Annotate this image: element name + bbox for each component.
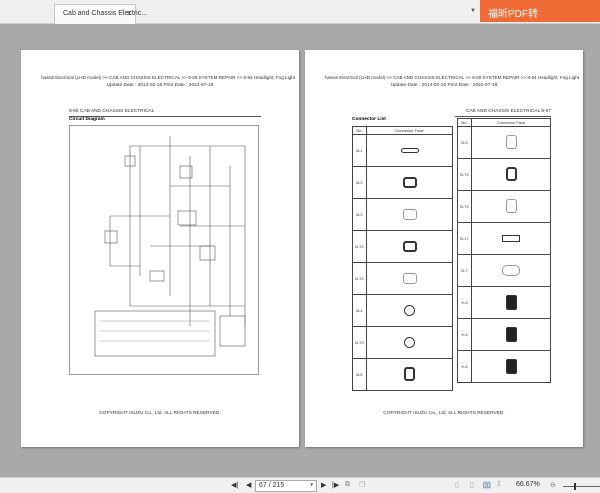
subtitle: Connector List — [352, 117, 386, 122]
connector-no: B-72 — [352, 230, 367, 263]
table-row: B-74 — [457, 158, 551, 191]
connector-no: X-4 — [457, 318, 472, 351]
dates: Update Date : 2014-02-16 Print Date : 20… — [106, 83, 214, 88]
connector-no: B-74 — [457, 190, 472, 223]
table-row: X-3 — [457, 286, 551, 319]
connector-table-right: No. Connector Face B-5 B-74 B-74 B-17 B-7… — [457, 118, 551, 383]
rotate-icon[interactable]: ⧉ — [345, 481, 350, 489]
table-row: B-74 — [457, 190, 551, 223]
connector-no: B-7 — [457, 254, 472, 287]
status-toolbar: ◀| ◀ 67 / 215 ▾ ▶ |▶ ⧉ ❐ ▯ ▯ ▯▯ ‡ 66.67% … — [0, 477, 600, 493]
two-page-continuous-icon[interactable]: ‡ — [497, 481, 501, 488]
zoom-slider[interactable] — [563, 483, 600, 490]
connector-face — [471, 350, 551, 383]
connector-face — [366, 262, 453, 295]
connector-table-left: No. Connector Face B-1 B-3 B-3 B-72 B-72 … — [352, 126, 453, 391]
prev-page-icon[interactable]: ◀ — [246, 481, 251, 489]
connector-no: B-3 — [352, 198, 367, 231]
table-row: X-4 — [457, 318, 551, 351]
connector-no: B-17 — [457, 222, 472, 255]
col-face: Connector Face — [366, 126, 453, 135]
connector-face — [471, 190, 551, 223]
connector-face — [366, 198, 453, 231]
next-page-icon[interactable]: ▶ — [321, 481, 326, 489]
page-dropdown-icon[interactable]: ▾ — [310, 482, 313, 488]
tab-document[interactable]: Cab and Chassis Electric... x — [54, 4, 147, 24]
connector-no: X-6 — [457, 350, 472, 383]
connector-no: B-4 — [352, 294, 367, 327]
connector-face — [366, 166, 453, 199]
col-no: No. — [457, 118, 472, 127]
pdf-page-left: hassis Electrical (LHD model) >> CAB AND… — [21, 50, 299, 447]
table-row: B-3 — [352, 198, 453, 231]
page-number-input[interactable]: 67 / 215 ▾ — [255, 480, 317, 492]
brand-banner[interactable]: 福昕PDF转 — [480, 0, 600, 22]
table-row: B-17 — [457, 222, 551, 255]
table-row: B-5 — [352, 358, 453, 391]
copyright: COPYRIGHT ISUZU Co., Ltd. ALL RIGHTS RES… — [383, 411, 505, 416]
connector-face — [366, 358, 453, 391]
last-page-icon[interactable]: |▶ — [332, 481, 339, 489]
tab-bar: Cab and Chassis Electric... x ▼ 福昕PDF转 — [0, 0, 600, 24]
circuit-diagram — [69, 125, 259, 375]
connector-face — [471, 318, 551, 351]
connector-no: B-5 — [457, 126, 472, 159]
connector-face — [471, 254, 551, 287]
table-row: X-6 — [457, 350, 551, 383]
continuous-icon[interactable]: ▯ — [470, 481, 474, 489]
connector-face — [366, 294, 453, 327]
section-title: CAB AND CHASSIS ELECTRICAL 8-67 — [465, 109, 551, 114]
table-row: B-5 — [457, 126, 551, 159]
table-row: B-72 — [352, 262, 453, 295]
connector-face — [366, 134, 453, 167]
copyright: COPYRIGHT ISUZU Co., Ltd. ALL RIGHTS RES… — [99, 411, 221, 416]
zoom-out-icon[interactable]: ⊖ — [550, 481, 556, 489]
table-row: B-7 — [457, 254, 551, 287]
table-row: B-72 — [352, 230, 453, 263]
zoom-slider-handle[interactable] — [574, 483, 576, 490]
col-face: Connector Face — [471, 118, 551, 127]
col-no: No. — [352, 126, 367, 135]
connector-face — [471, 158, 551, 191]
dates: Update Date : 2014-02-16 Print Date : 20… — [390, 83, 498, 88]
first-page-icon[interactable]: ◀| — [231, 481, 238, 489]
zoom-level[interactable]: 66.67% — [516, 481, 540, 488]
connector-no: B-74 — [457, 158, 472, 191]
connector-no: B-3 — [352, 166, 367, 199]
connector-face — [366, 326, 453, 359]
tab-title: Cab and Chassis Electric... — [63, 10, 148, 17]
table-row: B-4 — [352, 294, 453, 327]
divider — [455, 116, 551, 117]
dropdown-icon[interactable]: ▼ — [470, 8, 476, 14]
connector-face — [366, 230, 453, 263]
table-row: B-73 — [352, 326, 453, 359]
pdf-page-right: hassis Electrical (LHD model) >> CAB AND… — [305, 50, 583, 447]
connector-no: B-1 — [352, 134, 367, 167]
connector-face — [471, 126, 551, 159]
connector-no: X-3 — [457, 286, 472, 319]
connector-face — [471, 222, 551, 255]
close-tab-icon[interactable]: x — [128, 10, 132, 17]
single-page-icon[interactable]: ▯ — [455, 481, 459, 489]
fit-icon[interactable]: ❐ — [359, 481, 365, 489]
page-value: 67 / 215 — [259, 482, 285, 489]
connector-face — [471, 286, 551, 319]
connector-no: B-73 — [352, 326, 367, 359]
table-row: B-1 — [352, 134, 453, 167]
breadcrumb: hassis Electrical (LHD model) >> CAB AND… — [324, 75, 579, 80]
connector-no: B-5 — [352, 358, 367, 391]
breadcrumb: hassis Electrical (LHD model) >> CAB AND… — [40, 75, 295, 80]
subtitle: Circuit Diagram — [69, 117, 105, 122]
connector-no: B-72 — [352, 262, 367, 295]
table-row: B-3 — [352, 166, 453, 199]
section-title: 8-66 CAB AND CHASSIS ELECTRICAL — [69, 109, 155, 114]
two-page-icon[interactable]: ▯▯ — [483, 481, 491, 489]
